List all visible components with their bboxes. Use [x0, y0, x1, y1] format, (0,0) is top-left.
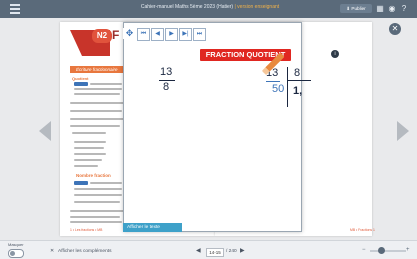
text-line [74, 165, 98, 167]
next-icon[interactable]: ▶| [179, 28, 192, 41]
division-divisor: 8 [294, 67, 301, 79]
text-line [72, 132, 106, 134]
info-icon[interactable]: i [331, 50, 339, 58]
close-complements-icon[interactable]: ✕ [50, 249, 54, 254]
publish-button[interactable]: ⬇ Publier [340, 4, 372, 13]
zoom-out-icon[interactable]: − [362, 247, 366, 253]
chapter-letter: F [112, 28, 120, 42]
viewer-toolbar: ✥ ⏮ ◀ ▶ ▶| ⏭ [123, 24, 207, 44]
help-icon[interactable]: ? [399, 3, 409, 14]
text-line [70, 102, 124, 104]
division-horizontal-line [287, 80, 311, 81]
text-line [70, 125, 120, 127]
app-title: Cahier-manuel Maths 5ème 2023 (Hatier) |… [110, 4, 310, 10]
menu-icon[interactable] [10, 4, 20, 14]
fraction-denominator: 8 [163, 81, 170, 93]
text-line [74, 194, 122, 196]
next-page-arrow-icon[interactable] [397, 121, 409, 141]
division-quotient: 1, [293, 85, 303, 97]
text-line [70, 118, 124, 120]
footer-right: MB • Fractions 1 [350, 228, 375, 232]
close-icon[interactable]: ✕ [389, 23, 401, 35]
definition-badge [74, 82, 88, 86]
play-icon[interactable]: ▶ [165, 28, 178, 41]
fraction-numerator: 13 [160, 66, 173, 78]
text-line [74, 153, 106, 155]
show-text-button[interactable]: Afficher le texte [123, 223, 182, 232]
first-icon[interactable]: ⏮ [137, 28, 150, 41]
zoom-knob[interactable] [378, 247, 385, 254]
subheading-quotient: Quotient [72, 76, 89, 81]
zoom-track[interactable] [370, 250, 406, 252]
text-line [70, 221, 122, 223]
complements-toggle[interactable] [8, 249, 24, 258]
toggle-caption: Masquer [8, 242, 24, 247]
chapter-number: N2 [92, 29, 112, 43]
page-next-icon[interactable]: ▶ [240, 247, 245, 254]
text-line [74, 201, 120, 203]
text-line [74, 141, 106, 143]
text-line [74, 88, 122, 90]
subheading-nombre: Nombre fraction [70, 172, 126, 179]
text-line [74, 147, 104, 149]
text-line [74, 159, 102, 161]
text-line [90, 182, 122, 184]
grid-icon[interactable]: ▦ [375, 3, 385, 14]
text-line [74, 188, 122, 190]
division-vertical-line [287, 67, 288, 107]
text-line [70, 210, 124, 212]
subtraction-line [266, 81, 280, 82]
division-rest: 50 [272, 83, 285, 95]
page-total: / 240 [226, 249, 237, 254]
app-title-main: Cahier-manuel Maths 5ème 2023 (Hatier) [140, 4, 235, 10]
eye-icon[interactable]: ◉ [387, 3, 397, 14]
app-title-version: | version enseignant [234, 4, 280, 10]
page-number-input[interactable]: 14-15 [206, 248, 224, 257]
definition-badge [74, 181, 88, 185]
page-prev-icon[interactable]: ◀ [196, 247, 201, 254]
text-line [74, 93, 120, 95]
previous-page-arrow-icon[interactable] [39, 121, 51, 141]
text-line [90, 83, 122, 85]
zoom-slider[interactable]: − + [362, 247, 410, 254]
complements-label[interactable]: Afficher les compléments [58, 249, 112, 254]
move-icon[interactable]: ✥ [123, 28, 136, 39]
top-bar: Cahier-manuel Maths 5ème 2023 (Hatier) |… [0, 0, 417, 18]
footer-left: 1 • Les fractions • MB [70, 228, 103, 232]
last-icon[interactable]: ⏭ [193, 28, 206, 41]
prev-icon[interactable]: ◀ [151, 28, 164, 41]
zoom-in-icon[interactable]: + [406, 247, 410, 253]
text-line [70, 110, 122, 112]
text-line [70, 216, 120, 218]
